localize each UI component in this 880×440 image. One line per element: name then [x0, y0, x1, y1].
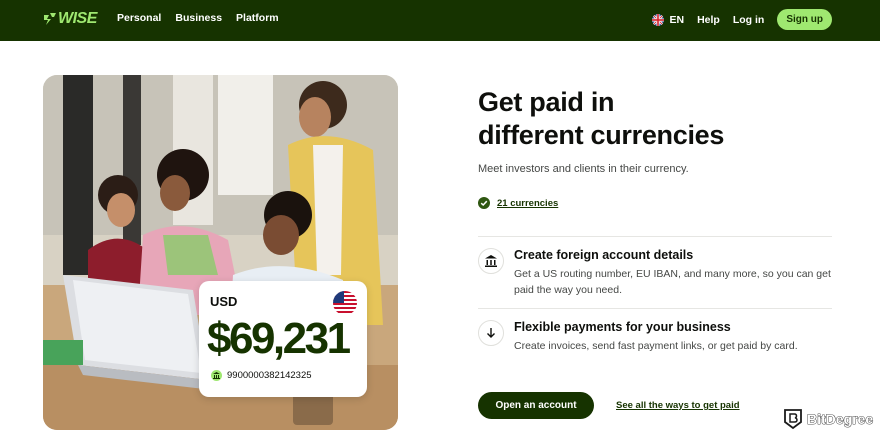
see-all-link[interactable]: See all the ways to get paid	[616, 400, 740, 411]
page-title: Get paid in different currencies	[478, 86, 724, 152]
feature-description: Create invoices, send fast payment links…	[514, 340, 798, 352]
nav-business[interactable]: Business	[175, 12, 222, 24]
divider	[478, 308, 832, 309]
wise-logo[interactable]: WISE	[43, 10, 97, 28]
title-line-1: Get paid in	[478, 87, 615, 117]
login-link[interactable]: Log in	[733, 14, 765, 26]
arrow-down-icon	[478, 320, 504, 346]
feature-description: Get a US routing number, EU IBAN, and ma…	[514, 268, 831, 296]
language-label: EN	[669, 13, 685, 26]
feature-title: Flexible payments for your business	[514, 320, 731, 334]
watermark-text: BitDegree	[807, 411, 874, 428]
help-link[interactable]: Help	[697, 14, 720, 26]
check-icon	[478, 197, 490, 209]
nav-links: Personal Business Platform	[117, 12, 279, 24]
signup-button[interactable]: Sign up	[777, 9, 832, 30]
language-selector[interactable]: EN	[652, 13, 685, 26]
account-number-row: 9900000382142325	[211, 370, 312, 381]
bitdegree-watermark: BitDegree	[783, 408, 874, 430]
balance-amount: $69,231	[207, 314, 351, 363]
wise-flag-icon	[44, 13, 56, 25]
logo-text: WISE	[58, 10, 97, 27]
uk-flag-icon	[652, 13, 665, 26]
card-currency: USD	[210, 294, 238, 309]
nav-platform[interactable]: Platform	[236, 12, 279, 24]
bitdegree-shield-icon	[784, 409, 802, 430]
bank-icon	[211, 370, 222, 381]
account-number: 9900000382142325	[227, 370, 312, 381]
currencies-row[interactable]: 21 currencies	[478, 197, 558, 209]
feature-title: Create foreign account details	[514, 248, 694, 262]
top-navbar: WISE Personal Business Platform EN Help …	[0, 0, 880, 41]
open-account-button[interactable]: Open an account	[478, 392, 594, 419]
balance-card: USD $69,231 9900000382142325	[199, 281, 367, 397]
us-flag-icon	[333, 291, 357, 315]
bank-icon	[478, 248, 504, 274]
nav-right: EN Help Log in Sign up	[652, 9, 832, 30]
nav-personal[interactable]: Personal	[117, 12, 161, 24]
title-line-2: different currencies	[478, 120, 725, 150]
currencies-link[interactable]: 21 currencies	[497, 198, 558, 209]
page-subtitle: Meet investors and clients in their curr…	[478, 163, 689, 175]
divider	[478, 236, 832, 237]
